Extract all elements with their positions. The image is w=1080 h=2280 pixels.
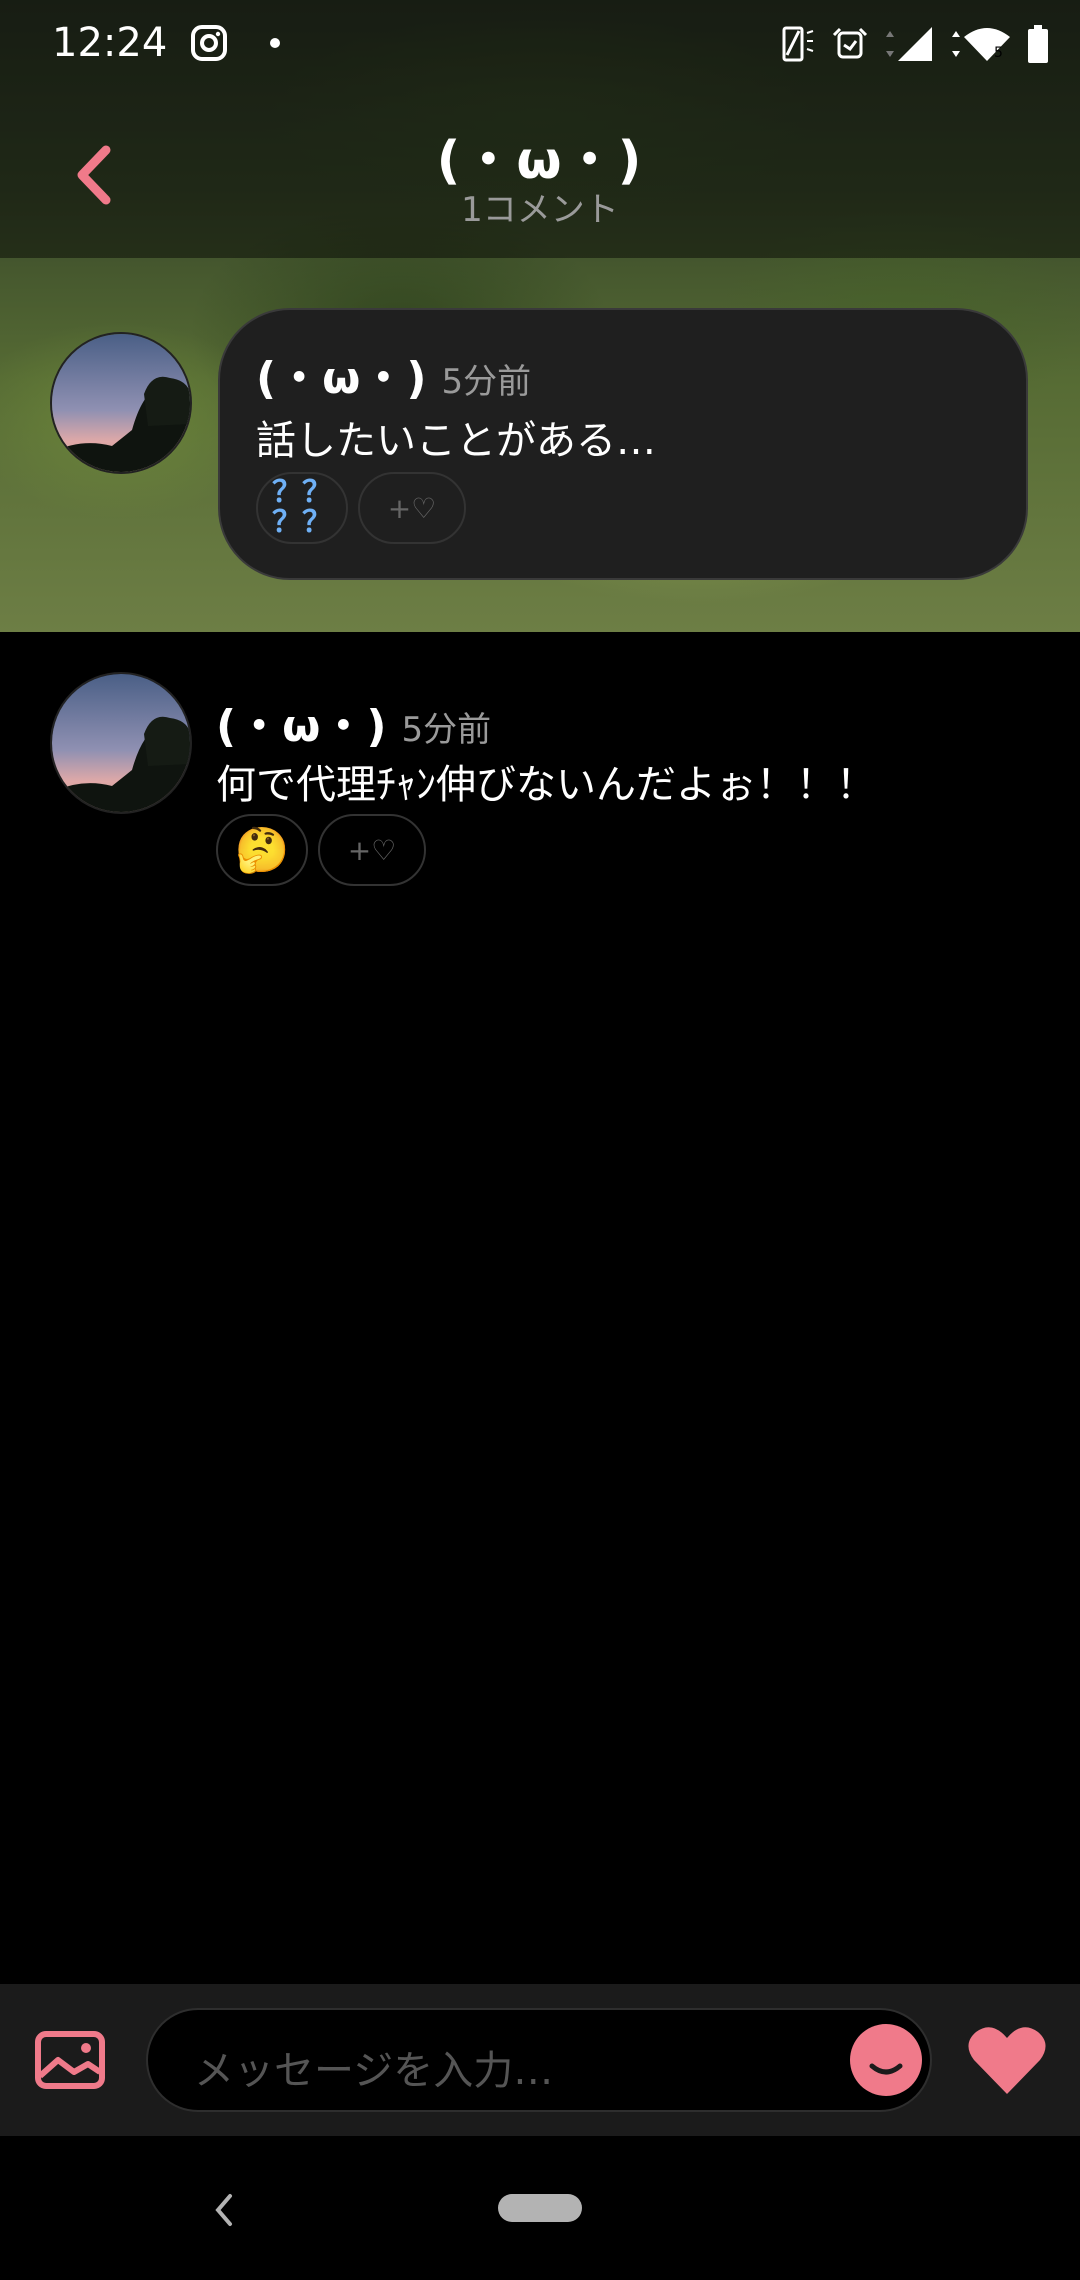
post-avatar[interactable] (50, 332, 192, 474)
image-icon[interactable] (34, 2030, 106, 2090)
wifi-icon: 5 (952, 28, 1010, 61)
reaction-qq: ？？ ？？ (272, 475, 332, 540)
status-time: 12:24 (52, 20, 168, 66)
comment-body: 何で代理ﾁｬﾝ伸びないんだよぉ！！！ (216, 762, 876, 808)
comment-count: 1コメント (461, 190, 619, 230)
home-pill-icon[interactable] (498, 2194, 582, 2222)
add-reaction-button[interactable]: +♡ (358, 472, 466, 544)
reaction-chip[interactable]: ？？ ？？ (256, 472, 348, 544)
system-icons: 5 (778, 22, 1050, 66)
status-bar: 12:24 5 (0, 0, 1080, 90)
post-author[interactable]: (・ω・) (256, 353, 427, 404)
notification-dot-icon (270, 38, 280, 48)
post-time: 5分前 (441, 362, 532, 402)
message-placeholder: メッセージを入力… (194, 2048, 554, 2094)
thinking-emoji: 🤔 (234, 825, 290, 876)
message-input[interactable]: メッセージを入力… (146, 2008, 932, 2112)
wifi-badge: 5 (994, 45, 1003, 61)
comment-avatar[interactable] (50, 672, 192, 814)
signal-icon (886, 27, 932, 61)
post-bubble[interactable]: (・ω・) 5分前 話したいことがある… ？？ ？？ +♡ (218, 308, 1028, 580)
post-meta: (・ω・) 5分前 (256, 342, 531, 406)
avatar-sunset-image (52, 334, 190, 472)
battery-icon (1028, 25, 1048, 63)
reaction-chip[interactable]: 🤔 (216, 814, 308, 886)
smiley-icon[interactable] (850, 2024, 922, 2096)
add-reaction-label: +♡ (347, 833, 397, 867)
comment-meta: (・ω・) 5分前 (216, 690, 491, 754)
vibrate-icon (782, 26, 814, 62)
heart-icon[interactable] (966, 2024, 1048, 2096)
comment-author[interactable]: (・ω・) (216, 701, 387, 752)
avatar-sunset-image (52, 674, 190, 812)
comment-time: 5分前 (401, 710, 492, 750)
message-input-bar: メッセージを入力… (0, 1984, 1080, 2136)
add-reaction-button[interactable]: +♡ (318, 814, 426, 886)
alarm-icon (832, 27, 868, 59)
add-reaction-label: +♡ (387, 491, 437, 525)
instagram-icon (191, 25, 227, 61)
post-body: 話したいことがある… (256, 418, 656, 464)
nav-back-icon[interactable] (212, 2192, 236, 2228)
